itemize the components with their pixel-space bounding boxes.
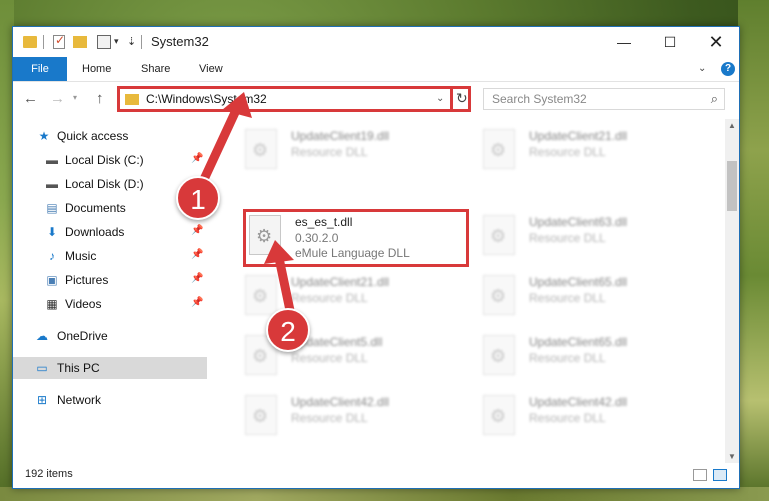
dll-file-icon — [483, 275, 515, 315]
navigation-pane: ★ Quick access ▬ Local Disk (C:) 📌 ▬ Loc… — [13, 119, 207, 459]
sidebar-item-music[interactable]: ♪ Music 📌 — [13, 245, 207, 267]
pin-icon: 📌 — [191, 273, 204, 284]
videos-icon: ▦ — [46, 297, 58, 311]
dll-file-icon — [483, 215, 515, 255]
help-icon[interactable]: ? — [721, 62, 735, 76]
step-2-badge: 2 — [266, 308, 310, 352]
computer-icon: ▭ — [36, 361, 48, 375]
divider — [450, 89, 453, 109]
search-input[interactable]: Search System32 ⌕ — [483, 88, 725, 110]
scroll-up-icon[interactable]: ▲ — [728, 121, 736, 130]
step-1-badge: 1 — [176, 176, 220, 220]
forward-arrow-icon[interactable]: → — [50, 90, 65, 107]
divider — [43, 35, 44, 49]
sidebar-item-downloads[interactable]: ⬇ Downloads 📌 — [13, 221, 207, 243]
drive-icon: ▬ — [46, 153, 58, 167]
chevron-down-icon[interactable]: ⌄ — [436, 93, 444, 104]
sidebar-item-videos[interactable]: ▦ Videos 📌 — [13, 293, 207, 315]
list-item[interactable]: UpdateClient21.dll Resource DLL — [483, 125, 713, 175]
large-icons-view-icon[interactable] — [713, 469, 727, 481]
sidebar-item-onedrive[interactable]: ☁ OneDrive — [13, 325, 207, 347]
dll-file-icon — [483, 395, 515, 435]
search-placeholder[interactable]: Search System32 — [492, 92, 587, 106]
list-item[interactable]: UpdateClient63.dll Resource DLL — [483, 211, 713, 261]
address-row: ← → ▾ ↑ C:\Windows\System32 ⌄ ↻ Search S… — [13, 82, 739, 118]
file-explorer-window: ▾ ⇣ System32 — ☐ ✕ File Home Share View … — [12, 26, 740, 489]
list-item[interactable]: UpdateClient42.dll Resource DLL — [245, 391, 475, 441]
drive-icon: ▬ — [46, 177, 58, 191]
properties-check-icon[interactable] — [53, 33, 65, 49]
download-icon: ⬇ — [46, 225, 58, 239]
file-highlight-box — [243, 209, 469, 267]
search-icon[interactable]: ⌕ — [711, 91, 718, 107]
pin-icon: 📌 — [191, 249, 204, 260]
dll-file-icon — [245, 129, 277, 169]
ribbon-tabs: File Home Share View ⌄ ? — [13, 57, 739, 82]
sidebar-item-quick-access[interactable]: ★ Quick access — [13, 125, 207, 147]
pin-icon: 📌 — [191, 225, 204, 236]
sidebar-item-this-pc[interactable]: ▭ This PC — [13, 357, 207, 379]
sidebar-item-local-disk-c[interactable]: ▬ Local Disk (C:) 📌 — [13, 149, 207, 171]
new-folder-icon[interactable] — [73, 36, 87, 48]
up-arrow-icon[interactable]: ↑ — [96, 90, 104, 107]
quick-access-dropdown-icon[interactable]: ⇣ — [127, 35, 136, 48]
tab-home[interactable]: Home — [82, 57, 111, 81]
scrollbar-thumb[interactable] — [727, 161, 737, 211]
dll-file-icon — [245, 275, 277, 315]
chevron-down-icon[interactable]: ▾ — [114, 36, 119, 47]
pictures-icon: ▣ — [46, 273, 58, 287]
pin-icon: 📌 — [191, 153, 204, 164]
file-list: UpdateClient19.dll Resource DLL UpdateCl… — [233, 119, 723, 459]
list-item[interactable]: UpdateClient19.dll Resource DLL — [245, 125, 475, 175]
folder-icon — [23, 36, 37, 48]
status-bar: 192 items — [13, 463, 739, 487]
details-view-icon[interactable] — [693, 469, 707, 481]
refresh-icon[interactable]: ↻ — [456, 90, 468, 107]
customize-icon[interactable] — [97, 35, 111, 49]
desktop-background-bottom — [0, 487, 769, 501]
list-item[interactable]: UpdateClient42.dll Resource DLL — [483, 391, 713, 441]
close-button[interactable]: ✕ — [693, 27, 739, 57]
tab-view[interactable]: View — [199, 57, 223, 81]
recent-locations-chevron-icon[interactable]: ▾ — [73, 93, 77, 102]
star-icon: ★ — [38, 129, 50, 143]
tab-file[interactable]: File — [13, 57, 67, 81]
expand-ribbon-icon[interactable]: ⌄ — [698, 63, 706, 74]
folder-icon — [125, 94, 139, 105]
sidebar-item-pictures[interactable]: ▣ Pictures 📌 — [13, 269, 207, 291]
vertical-scrollbar[interactable]: ▲ ▼ — [725, 119, 739, 463]
dll-file-icon — [483, 129, 515, 169]
address-bar[interactable]: C:\Windows\System32 ⌄ ↻ — [117, 86, 471, 112]
divider — [141, 35, 142, 49]
pin-icon: 📌 — [191, 297, 204, 308]
music-icon: ♪ — [49, 249, 55, 263]
network-icon: ⊞ — [36, 393, 48, 407]
address-path[interactable]: C:\Windows\System32 — [146, 92, 267, 106]
item-count: 192 items — [25, 468, 73, 480]
maximize-button[interactable]: ☐ — [647, 27, 693, 57]
desktop-background-right — [738, 0, 769, 501]
scroll-down-icon[interactable]: ▼ — [728, 452, 736, 461]
cloud-icon: ☁ — [36, 329, 48, 343]
window-title: System32 — [151, 34, 209, 49]
sidebar-item-network[interactable]: ⊞ Network — [13, 389, 207, 411]
list-item[interactable]: UpdateClient65.dll Resource DLL — [483, 331, 713, 381]
back-arrow-icon[interactable]: ← — [23, 90, 38, 107]
title-bar: ▾ ⇣ System32 — ☐ ✕ — [13, 27, 739, 57]
dll-file-icon — [245, 395, 277, 435]
tab-share[interactable]: Share — [141, 57, 170, 81]
minimize-button[interactable]: — — [601, 27, 647, 57]
documents-icon: ▤ — [46, 201, 58, 215]
dll-file-icon — [483, 335, 515, 375]
list-item[interactable]: UpdateClient65.dll Resource DLL — [483, 271, 713, 321]
